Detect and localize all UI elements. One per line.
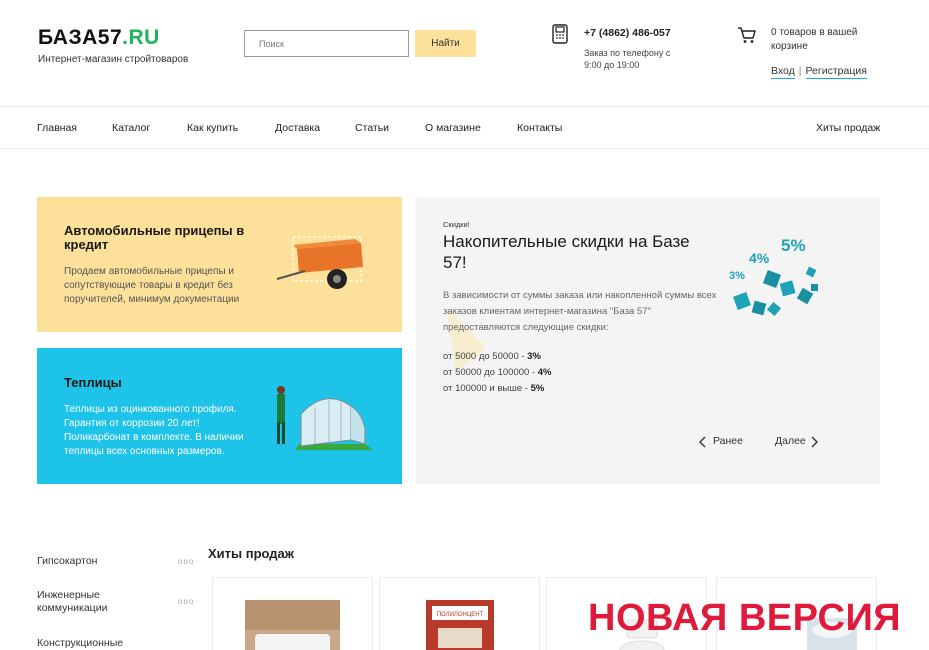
greenhouse-image bbox=[277, 386, 373, 450]
product-package-label: ПОЛИЛОНЦЕНТ bbox=[437, 612, 484, 618]
new-version-badge: НОВАЯ ВЕРСИЯ bbox=[588, 597, 902, 639]
nav-item-about[interactable]: О магазине bbox=[425, 122, 481, 134]
product-image-bathtub bbox=[245, 600, 340, 650]
trailer-credit-banner[interactable]: Автомобильные прицепы в кредит Продаем а… bbox=[37, 197, 402, 332]
greenhouse-banner[interactable]: Теплицы Теплицы из оцинкованного профиля… bbox=[37, 348, 402, 484]
nav-item-catalog[interactable]: Каталог bbox=[112, 122, 150, 134]
banner-title: Теплицы bbox=[64, 375, 122, 390]
sidebar-item-drywall[interactable]: Гипсокартон bbox=[37, 555, 157, 568]
discount-dice-image: 5% 4% 3% bbox=[729, 236, 818, 317]
chevron-left-icon[interactable] bbox=[698, 436, 706, 448]
discount-tier: от 100000 и выше - 5% bbox=[443, 383, 545, 394]
expand-dots-icon[interactable]: ooo bbox=[178, 557, 194, 566]
login-link[interactable]: Вход bbox=[771, 65, 795, 79]
nav-item-bestsellers[interactable]: Хиты продаж bbox=[816, 122, 880, 134]
search-button[interactable]: Найти bbox=[415, 30, 476, 57]
promo-label: Скидки! bbox=[443, 220, 470, 229]
bestsellers-heading: Хиты продаж bbox=[208, 546, 295, 561]
main-nav: Главная Каталог Как купить Доставка Стат… bbox=[0, 106, 929, 149]
site-header: БАЗА57.RU Интернет-магазин стройтоваров … bbox=[0, 0, 929, 106]
search-input[interactable] bbox=[244, 30, 409, 57]
slider-next-button[interactable]: Далее bbox=[775, 435, 806, 447]
product-image-plaster-bag: ПОЛИЛОНЦЕНТ bbox=[426, 600, 494, 650]
nav-item-delivery[interactable]: Доставка bbox=[275, 122, 320, 134]
nav-item-articles[interactable]: Статьи bbox=[355, 122, 389, 134]
nav-item-contacts[interactable]: Контакты bbox=[517, 122, 562, 134]
cart-summary[interactable]: 0 товаров в вашей корзине bbox=[771, 26, 881, 54]
banner-text: Теплицы из оцинкованного профиля. Гарант… bbox=[64, 404, 244, 457]
promo-description: В зависимости от суммы заказа или накопл… bbox=[443, 290, 717, 333]
product-card[interactable] bbox=[212, 577, 373, 650]
dice-label: 3% bbox=[729, 270, 745, 282]
dice-label: 5% bbox=[781, 236, 806, 255]
expand-dots-icon[interactable]: ooo bbox=[178, 597, 194, 606]
site-tagline: Интернет-магазин стройтоваров bbox=[38, 54, 189, 65]
phone-number[interactable]: +7 (4862) 486-057 bbox=[584, 27, 671, 39]
auth-links: Вход | Регистрация bbox=[771, 65, 867, 79]
phone-icon bbox=[552, 24, 568, 44]
discount-tier: от 5000 до 50000 - 3% bbox=[443, 351, 541, 362]
discount-tier: от 50000 до 100000 - 4% bbox=[443, 367, 552, 378]
trailer-image bbox=[276, 236, 363, 289]
discount-slider: Скидки! Накопительные скидки на Базе 57!… bbox=[416, 197, 880, 484]
auth-separator: | bbox=[798, 65, 802, 77]
site-logo[interactable]: БАЗА57.RU bbox=[38, 26, 160, 50]
chevron-right-icon[interactable] bbox=[811, 436, 819, 448]
cart-icon[interactable] bbox=[737, 25, 757, 45]
sidebar-item-utilities[interactable]: Инженерные коммуникации bbox=[37, 589, 157, 615]
nav-item-how-to-buy[interactable]: Как купить bbox=[187, 122, 238, 134]
slider-prev-button[interactable]: Ранее bbox=[713, 435, 743, 447]
dice-label: 4% bbox=[749, 250, 770, 266]
banner-text: Продаем автомобильные прицепы и сопутств… bbox=[64, 266, 240, 305]
sidebar-item-structural[interactable]: Конструкционные bbox=[37, 637, 157, 650]
register-link[interactable]: Регистрация bbox=[805, 65, 867, 79]
nav-item-home[interactable]: Главная bbox=[37, 122, 77, 134]
product-card[interactable]: ПОЛИЛОНЦЕНТ bbox=[379, 577, 540, 650]
banner-title: Автомобильные прицепы в кредит bbox=[64, 223, 245, 252]
phone-hours: Заказ по телефону с 9:00 до 19:00 bbox=[584, 48, 671, 70]
promo-title: Накопительные скидки на Базе 57! bbox=[443, 232, 690, 272]
